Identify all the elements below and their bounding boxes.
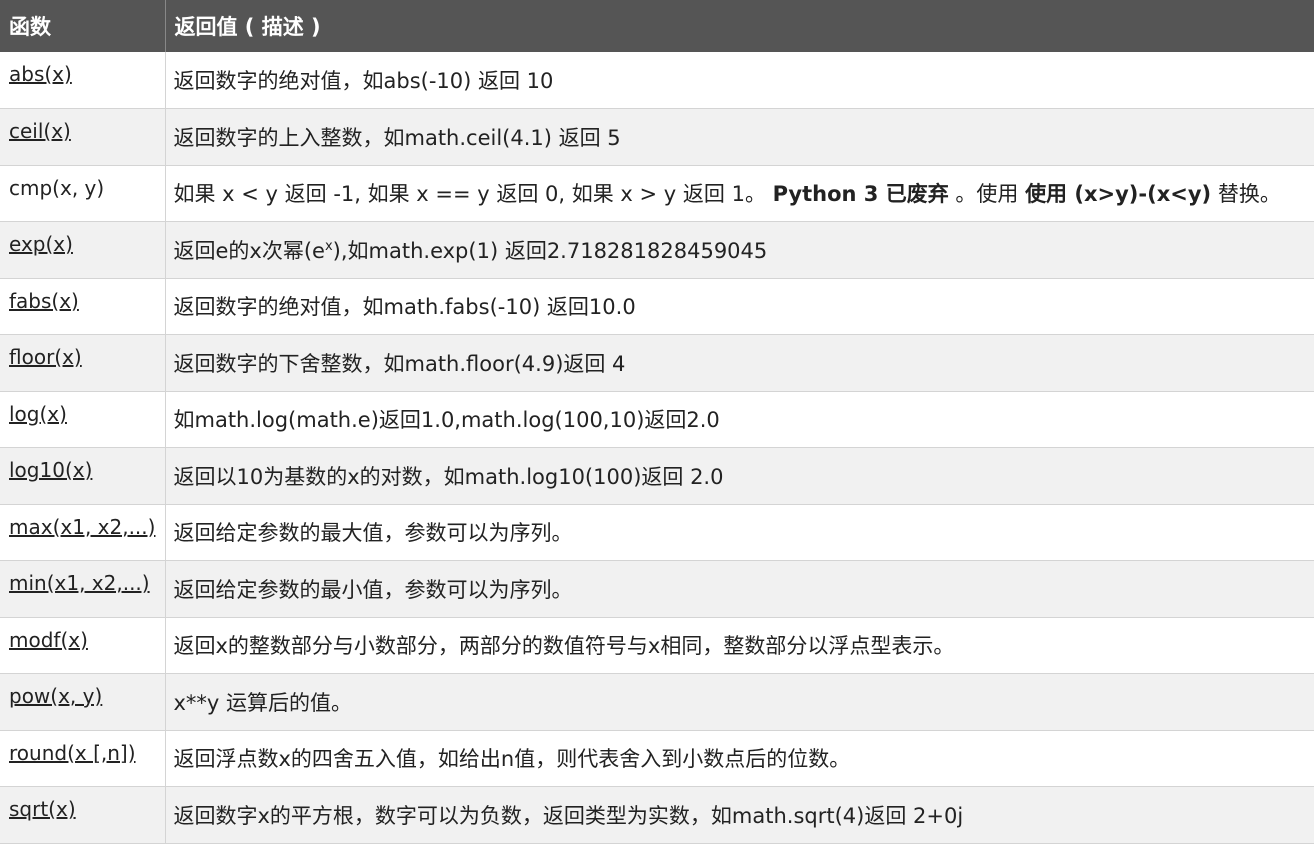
table-row: exp(x) 返回e的x次幂(ex),如math.exp(1) 返回2.7182… xyxy=(0,221,1314,279)
function-description: x**y 运算后的值。 xyxy=(165,673,1314,731)
desc-text: ),如math.exp(1) 返回2.718281828459045 xyxy=(332,238,768,263)
table-row: cmp(x, y) 如果 x < y 返回 -1, 如果 x == y 返回 0… xyxy=(0,165,1314,222)
function-link-round[interactable]: round(x [,n]) xyxy=(9,741,136,765)
table-row: fabs(x) 返回数字的绝对值，如math.fabs(-10) 返回10.0 xyxy=(0,278,1314,335)
function-description: 返回数字的绝对值，如math.fabs(-10) 返回10.0 xyxy=(165,278,1314,335)
function-description: 返回数字x的平方根，数字可以为负数，返回类型为实数，如math.sqrt(4)返… xyxy=(165,786,1314,844)
table-row: min(x1, x2,...) 返回给定参数的最小值，参数可以为序列。 xyxy=(0,560,1314,618)
function-description: 返回e的x次幂(ex),如math.exp(1) 返回2.71828182845… xyxy=(165,221,1314,279)
table-row: floor(x) 返回数字的下舍整数，如math.floor(4.9)返回 4 xyxy=(0,334,1314,392)
function-description: 返回给定参数的最小值，参数可以为序列。 xyxy=(165,560,1314,618)
function-description: 返回数字的下舍整数，如math.floor(4.9)返回 4 xyxy=(165,334,1314,392)
table-row: round(x [,n]) 返回浮点数x的四舍五入值，如给出n值，则代表舍入到小… xyxy=(0,730,1314,787)
function-description: 返回以10为基数的x的对数，如math.log10(100)返回 2.0 xyxy=(165,447,1314,505)
header-description: 返回值 ( 描述 ) xyxy=(165,0,1314,52)
deprecated-note: Python 3 已废弃 xyxy=(772,182,949,207)
desc-text: 返回e的x次幂(e xyxy=(173,238,325,263)
function-link-modf[interactable]: modf(x) xyxy=(9,628,88,652)
function-link-ceil[interactable]: ceil(x) xyxy=(9,119,71,143)
function-description: 返回x的整数部分与小数部分，两部分的数值符号与x相同，整数部分以浮点型表示。 xyxy=(165,617,1314,674)
function-name-cmp: cmp(x, y) xyxy=(9,175,105,200)
math-functions-table: 函数 返回值 ( 描述 ) abs(x) 返回数字的绝对值，如abs(-10) … xyxy=(0,0,1314,844)
function-link-pow[interactable]: pow(x, y) xyxy=(9,684,102,708)
function-description: 如math.log(math.e)返回1.0,math.log(100,10)返… xyxy=(165,391,1314,448)
function-description: 返回给定参数的最大值，参数可以为序列。 xyxy=(165,504,1314,561)
desc-text: 替换。 xyxy=(1211,182,1281,207)
table-header-row: 函数 返回值 ( 描述 ) xyxy=(0,0,1314,52)
table-row: max(x1, x2,...) 返回给定参数的最大值，参数可以为序列。 xyxy=(0,504,1314,561)
table-row: abs(x) 返回数字的绝对值，如abs(-10) 返回 10 xyxy=(0,52,1314,109)
table-row: pow(x, y) x**y 运算后的值。 xyxy=(0,673,1314,731)
table-row: modf(x) 返回x的整数部分与小数部分，两部分的数值符号与x相同，整数部分以… xyxy=(0,617,1314,674)
function-link-abs[interactable]: abs(x) xyxy=(9,62,72,86)
function-description: 返回数字的绝对值，如abs(-10) 返回 10 xyxy=(165,52,1314,109)
function-description: 返回数字的上入整数，如math.ceil(4.1) 返回 5 xyxy=(165,108,1314,166)
table-row: ceil(x) 返回数字的上入整数，如math.ceil(4.1) 返回 5 xyxy=(0,108,1314,166)
table-row: sqrt(x) 返回数字x的平方根，数字可以为负数，返回类型为实数，如math.… xyxy=(0,786,1314,844)
function-link-exp[interactable]: exp(x) xyxy=(9,232,73,256)
desc-text: 如果 x < y 返回 -1, 如果 x == y 返回 0, 如果 x > y… xyxy=(173,182,773,207)
function-description: 返回浮点数x的四舍五入值，如给出n值，则代表舍入到小数点后的位数。 xyxy=(165,730,1314,787)
function-link-floor[interactable]: floor(x) xyxy=(9,345,82,369)
table-row: log(x) 如math.log(math.e)返回1.0,math.log(1… xyxy=(0,391,1314,448)
function-link-max[interactable]: max(x1, x2,...) xyxy=(9,515,155,539)
desc-text: 。使用 xyxy=(948,182,1026,207)
function-description: 如果 x < y 返回 -1, 如果 x == y 返回 0, 如果 x > y… xyxy=(165,165,1314,222)
function-link-log[interactable]: log(x) xyxy=(9,402,67,426)
header-function: 函数 xyxy=(0,0,166,52)
function-link-min[interactable]: min(x1, x2,...) xyxy=(9,571,150,595)
superscript: x xyxy=(324,238,333,254)
replacement-note: 使用 (x>y)-(x<y) xyxy=(1025,182,1212,207)
function-link-fabs[interactable]: fabs(x) xyxy=(9,289,79,313)
table-row: log10(x) 返回以10为基数的x的对数，如math.log10(100)返… xyxy=(0,447,1314,505)
function-link-log10[interactable]: log10(x) xyxy=(9,458,92,482)
function-link-sqrt[interactable]: sqrt(x) xyxy=(9,797,76,821)
